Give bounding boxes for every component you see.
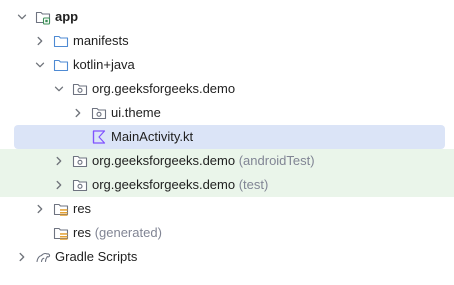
module-folder-icon xyxy=(35,9,51,25)
tree-item-package-android-test[interactable]: org.geeksforgeeks.demo (androidTest) xyxy=(0,149,454,173)
tree-item-suffix: (test) xyxy=(238,177,269,192)
chevron-right-icon[interactable] xyxy=(34,203,46,215)
selection-highlight xyxy=(14,125,445,149)
package-icon xyxy=(72,177,88,193)
resources-folder-icon xyxy=(53,201,69,217)
tree-item-label: res (generated) xyxy=(73,225,162,241)
chevron-right-icon[interactable] xyxy=(72,107,84,119)
tree-item-suffix: (androidTest) xyxy=(238,153,315,168)
tree-item-res[interactable]: res xyxy=(0,197,454,221)
tree-item-kotlin-java[interactable]: kotlin+java xyxy=(0,53,454,77)
tree-item-res-generated[interactable]: res (generated) xyxy=(0,221,454,245)
resources-folder-icon xyxy=(53,225,69,241)
tree-item-label: org.geeksforgeeks.demo (test) xyxy=(92,177,268,193)
tree-item-app[interactable]: app xyxy=(0,5,454,29)
tree-item-label: kotlin+java xyxy=(73,57,135,72)
tree-item-label: org.geeksforgeeks.demo (androidTest) xyxy=(92,153,315,169)
tree-item-package-main[interactable]: org.geeksforgeeks.demo xyxy=(0,77,454,101)
tree-item-name: org.geeksforgeeks.demo xyxy=(92,177,236,192)
tree-item-label: MainActivity.kt xyxy=(111,129,194,144)
tree-item-label: org.geeksforgeeks.demo xyxy=(92,81,236,96)
chevron-right-icon[interactable] xyxy=(16,251,28,263)
tree-item-main-activity[interactable]: MainActivity.kt xyxy=(0,125,454,149)
gradle-icon xyxy=(35,249,51,265)
project-tree: app manifests kotlin+java org.geeksforge… xyxy=(0,0,454,285)
chevron-right-icon[interactable] xyxy=(53,179,65,191)
tree-item-label: manifests xyxy=(73,33,129,48)
tree-item-manifests[interactable]: manifests xyxy=(0,29,454,53)
folder-icon xyxy=(53,57,69,73)
package-icon xyxy=(91,105,107,121)
tree-item-ui-theme[interactable]: ui.theme xyxy=(0,101,454,125)
tree-item-suffix: (generated) xyxy=(94,225,162,240)
tree-item-label: Gradle Scripts xyxy=(55,249,138,264)
kotlin-file-icon xyxy=(91,129,107,145)
chevron-down-icon[interactable] xyxy=(16,11,28,23)
chevron-down-icon[interactable] xyxy=(34,59,46,71)
tree-item-name: res xyxy=(73,225,92,240)
tree-item-label: res xyxy=(73,201,92,216)
chevron-right-icon[interactable] xyxy=(53,155,65,167)
tree-item-label: ui.theme xyxy=(111,105,161,120)
tree-item-label: app xyxy=(55,9,79,24)
tree-item-package-test[interactable]: org.geeksforgeeks.demo (test) xyxy=(0,173,454,197)
chevron-down-icon[interactable] xyxy=(53,83,65,95)
package-icon xyxy=(72,153,88,169)
tree-item-gradle-scripts[interactable]: Gradle Scripts xyxy=(0,245,454,269)
chevron-right-icon[interactable] xyxy=(34,35,46,47)
package-icon xyxy=(72,81,88,97)
tree-item-name: org.geeksforgeeks.demo xyxy=(92,153,236,168)
folder-icon xyxy=(53,33,69,49)
